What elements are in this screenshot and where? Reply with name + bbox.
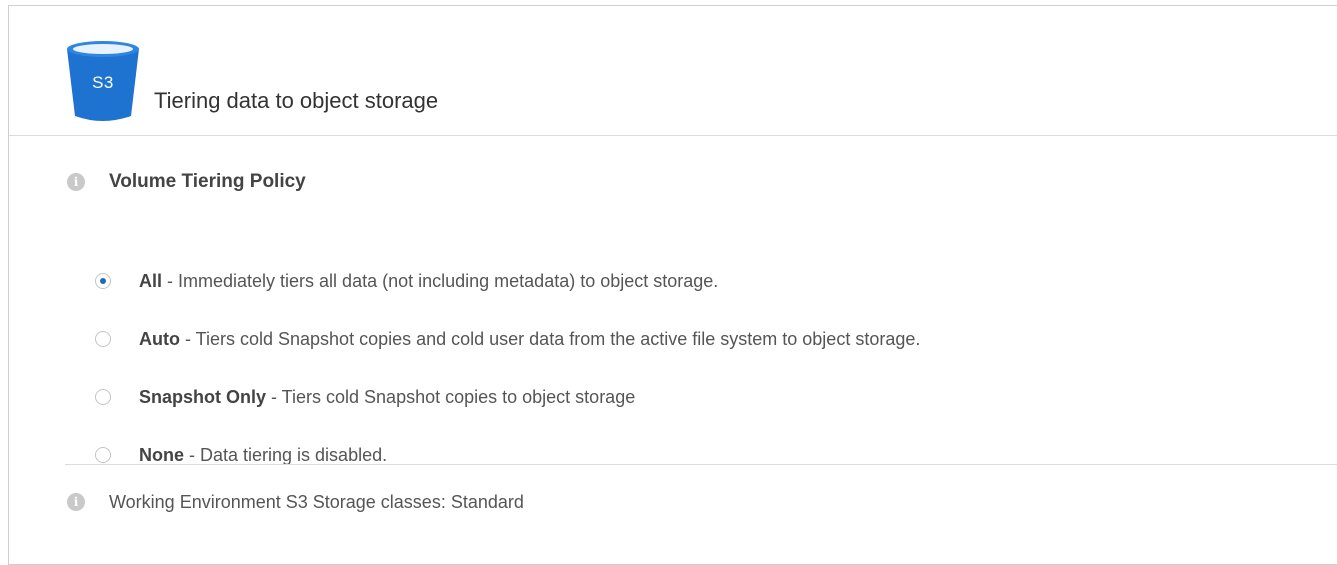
option-auto[interactable]: Auto - Tiers cold Snapshot copies and co…: [95, 310, 920, 368]
tiering-panel: S3 Tiering data to object storage i Volu…: [8, 5, 1337, 565]
option-all[interactable]: All - Immediately tiers all data (not in…: [95, 252, 920, 310]
panel-title: Tiering data to object storage: [154, 88, 439, 113]
storage-class-row: i Working Environment S3 Storage classes…: [67, 490, 524, 514]
option-auto-text: Auto - Tiers cold Snapshot copies and co…: [139, 329, 920, 350]
radio-all[interactable]: [95, 273, 111, 289]
option-none-description: - Data tiering is disabled.: [184, 444, 388, 465]
s3-bucket-icon: S3: [65, 40, 141, 122]
option-auto-description: - Tiers cold Snapshot copies and cold us…: [179, 328, 921, 349]
radio-auto[interactable]: [95, 331, 111, 347]
policy-title: Volume Tiering Policy: [109, 171, 306, 192]
option-snapshot-only-description: - Tiers cold Snapshot copies to object s…: [266, 386, 636, 407]
radio-none[interactable]: [95, 447, 111, 463]
option-all-description: - Immediately tiers all data (not includ…: [162, 270, 719, 291]
bucket-label: S3: [92, 73, 114, 92]
option-snapshot-only-name: Snapshot Only: [139, 386, 267, 407]
option-snapshot-only[interactable]: Snapshot Only - Tiers cold Snapshot copi…: [95, 368, 920, 426]
divider: [65, 464, 1337, 465]
info-icon[interactable]: i: [67, 173, 85, 191]
option-none-text: None - Data tiering is disabled.: [139, 445, 387, 466]
panel-header: S3 Tiering data to object storage: [9, 6, 1337, 136]
option-auto-name: Auto: [139, 328, 180, 349]
option-all-name: All: [139, 270, 163, 291]
option-snapshot-only-text: Snapshot Only - Tiers cold Snapshot copi…: [139, 387, 635, 408]
option-none-name: None: [139, 444, 184, 465]
tiering-policy-options: All - Immediately tiers all data (not in…: [95, 252, 920, 484]
radio-snapshot-only[interactable]: [95, 389, 111, 405]
storage-class-text: Working Environment S3 Storage classes: …: [109, 491, 524, 512]
option-all-text: All - Immediately tiers all data (not in…: [139, 271, 718, 292]
info-icon[interactable]: i: [67, 493, 85, 511]
option-none[interactable]: None - Data tiering is disabled.: [95, 426, 920, 484]
policy-heading: i Volume Tiering Policy: [67, 170, 306, 194]
